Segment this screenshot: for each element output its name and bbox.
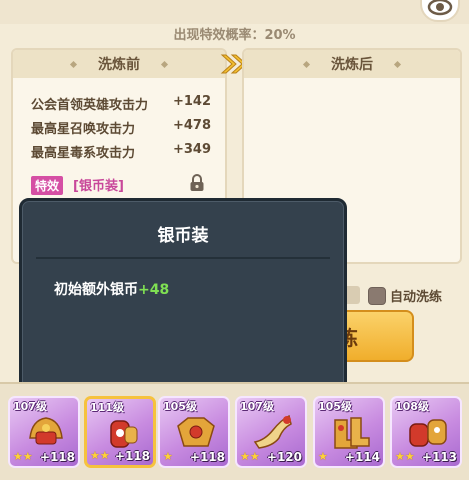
equipment-item[interactable]: 107级 ★★ +120 (235, 396, 307, 468)
item-bonus: +114 (344, 450, 380, 464)
item-stars: ★ (163, 450, 173, 463)
effect-probability-text: 出现特效概率：20% (173, 28, 296, 43)
tooltip-desc-bonus: +48 (138, 282, 170, 298)
armor-icon (177, 417, 215, 447)
stat-value: +142 (172, 94, 211, 109)
item-level: 105级 (163, 400, 197, 413)
panel-before-header: 洗炼前 (13, 50, 225, 78)
item-stars: ★★ (240, 450, 260, 463)
diamond-icon (160, 60, 169, 68)
eye-icon (427, 0, 453, 16)
item-level: 105级 (318, 400, 352, 413)
equipment-item[interactable]: 107级 ★★ +118 (8, 396, 80, 468)
equipment-item[interactable]: 111级 ★★ +118 (84, 396, 156, 468)
auto-refine-checkbox[interactable] (368, 286, 386, 305)
panel-before-title: 洗炼前 (98, 57, 140, 73)
stat-label: 公会首领英雄攻击力 (31, 98, 149, 113)
item-stars: ★★ (395, 450, 415, 463)
stat-row: 最高星毒系攻击力 +349 (31, 142, 211, 161)
tooltip-description: 初始额外银币+48 (54, 279, 169, 299)
item-level: 107级 (240, 400, 274, 413)
stat-value: +349 (172, 142, 211, 157)
item-level: 111级 (90, 401, 124, 414)
panel-after-title: 洗炼后 (331, 57, 373, 73)
gauntlet-icon (110, 420, 138, 448)
panel-after-header: 洗炼后 (244, 50, 460, 78)
diamond-icon (302, 60, 311, 68)
item-bonus: +118 (114, 449, 150, 463)
equipment-item[interactable]: 105级 ★ +114 (313, 396, 385, 468)
item-bonus: +113 (421, 450, 457, 464)
horn-icon (253, 414, 292, 449)
stat-row: 公会首领英雄攻击力 +142 (31, 94, 211, 113)
stat-label: 最高星毒系攻击力 (31, 146, 136, 161)
diamond-icon (393, 60, 402, 68)
boots-icon (334, 417, 370, 449)
top-strip (0, 0, 469, 24)
helmet-icon (29, 417, 63, 445)
item-bonus: +120 (266, 450, 302, 464)
lock-icon[interactable] (189, 174, 205, 192)
auto-refine-toggle[interactable]: 自动洗练 (368, 286, 442, 305)
auto-refine-label: 自动洗练 (390, 290, 443, 305)
item-bonus: +118 (189, 450, 225, 464)
item-level: 108级 (395, 400, 429, 413)
tooltip-title: 银币装 (157, 226, 209, 246)
effect-name[interactable]: [银币装] (73, 175, 124, 194)
item-stars: ★★ (90, 449, 110, 462)
diamond-icon (69, 60, 78, 68)
item-level: 107级 (13, 400, 47, 413)
tooltip-divider (36, 257, 330, 259)
effect-tooltip: 银币装 初始额外银币+48 (19, 198, 347, 392)
stat-label: 最高星召唤攻击力 (31, 122, 136, 137)
gloves-icon (409, 419, 447, 447)
tooltip-desc-label: 初始额外银币 (54, 282, 138, 298)
item-bonus: +118 (39, 450, 75, 464)
equipment-item[interactable]: 105级 ★ +118 (158, 396, 230, 468)
equipment-item[interactable]: 108级 ★★ +113 (390, 396, 462, 468)
stat-value: +478 (172, 118, 211, 133)
effect-tag: 特效 (31, 176, 64, 195)
stat-row: 最高星召唤攻击力 +478 (31, 118, 211, 137)
item-stars: ★★ (13, 450, 33, 463)
item-stars: ★ (318, 450, 328, 463)
